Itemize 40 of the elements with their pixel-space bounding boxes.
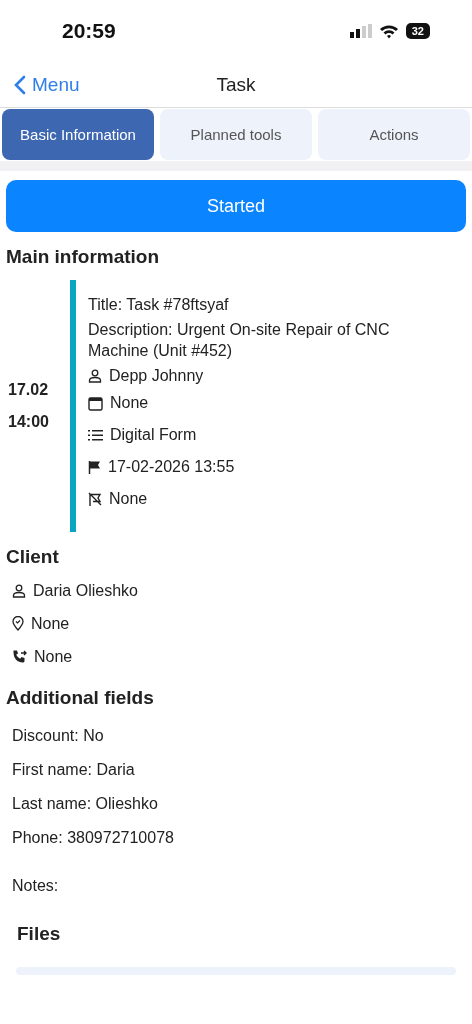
section-heading: Additional fields [6, 686, 155, 710]
field-text: Last name: Olieshko [12, 794, 159, 814]
status-time: 20:59 [62, 19, 116, 43]
calendar-icon [88, 395, 103, 411]
detail-text: None [109, 490, 148, 508]
detail-text: Digital Form [110, 426, 197, 444]
notes-label: Notes: [12, 876, 60, 896]
detail-text: 17-02-2026 13:55 [108, 458, 235, 476]
section-heading: Main information [6, 245, 161, 269]
person-icon [88, 369, 102, 383]
flag-icon [88, 460, 101, 474]
phone-icon [12, 649, 27, 664]
flag-off-icon [88, 492, 102, 506]
tab[interactable]: Actions [318, 109, 470, 160]
person-icon [12, 583, 26, 598]
battery-icon: 32 [405, 23, 430, 39]
task-date: 17.02 [8, 381, 50, 399]
list-icon [88, 428, 103, 442]
detail-text: None [110, 394, 149, 412]
tab[interactable]: Basic Information [2, 109, 154, 160]
field-text: Phone: 380972710078 [12, 828, 175, 848]
section-heading: Files [16, 922, 62, 946]
detail-text: Title: Task #78ftsyaf [88, 295, 230, 315]
signal-icon [349, 24, 372, 38]
detail-text: Description: Urgent On-site Repair of CNC Machine (Unit #452) [88, 320, 391, 361]
section-heading: Client [6, 545, 60, 569]
status-button[interactable]: Started [6, 180, 466, 232]
location-pin-icon [12, 616, 24, 631]
chevron-left-icon [14, 74, 26, 95]
tab[interactable]: Planned tools [160, 109, 312, 160]
task-time: 14:00 [8, 413, 50, 431]
field-text: Discount: No [12, 726, 105, 746]
client-text: None [31, 614, 70, 633]
screen-title: Task [216, 73, 256, 96]
wifi-icon [378, 23, 399, 39]
field-text: First name: Daria [12, 760, 136, 780]
client-text: Daria Olieshko [33, 581, 138, 600]
detail-text: Depp Johnny [109, 367, 204, 385]
client-text: None [34, 647, 73, 666]
back-link[interactable]: Menu [0, 73, 80, 96]
